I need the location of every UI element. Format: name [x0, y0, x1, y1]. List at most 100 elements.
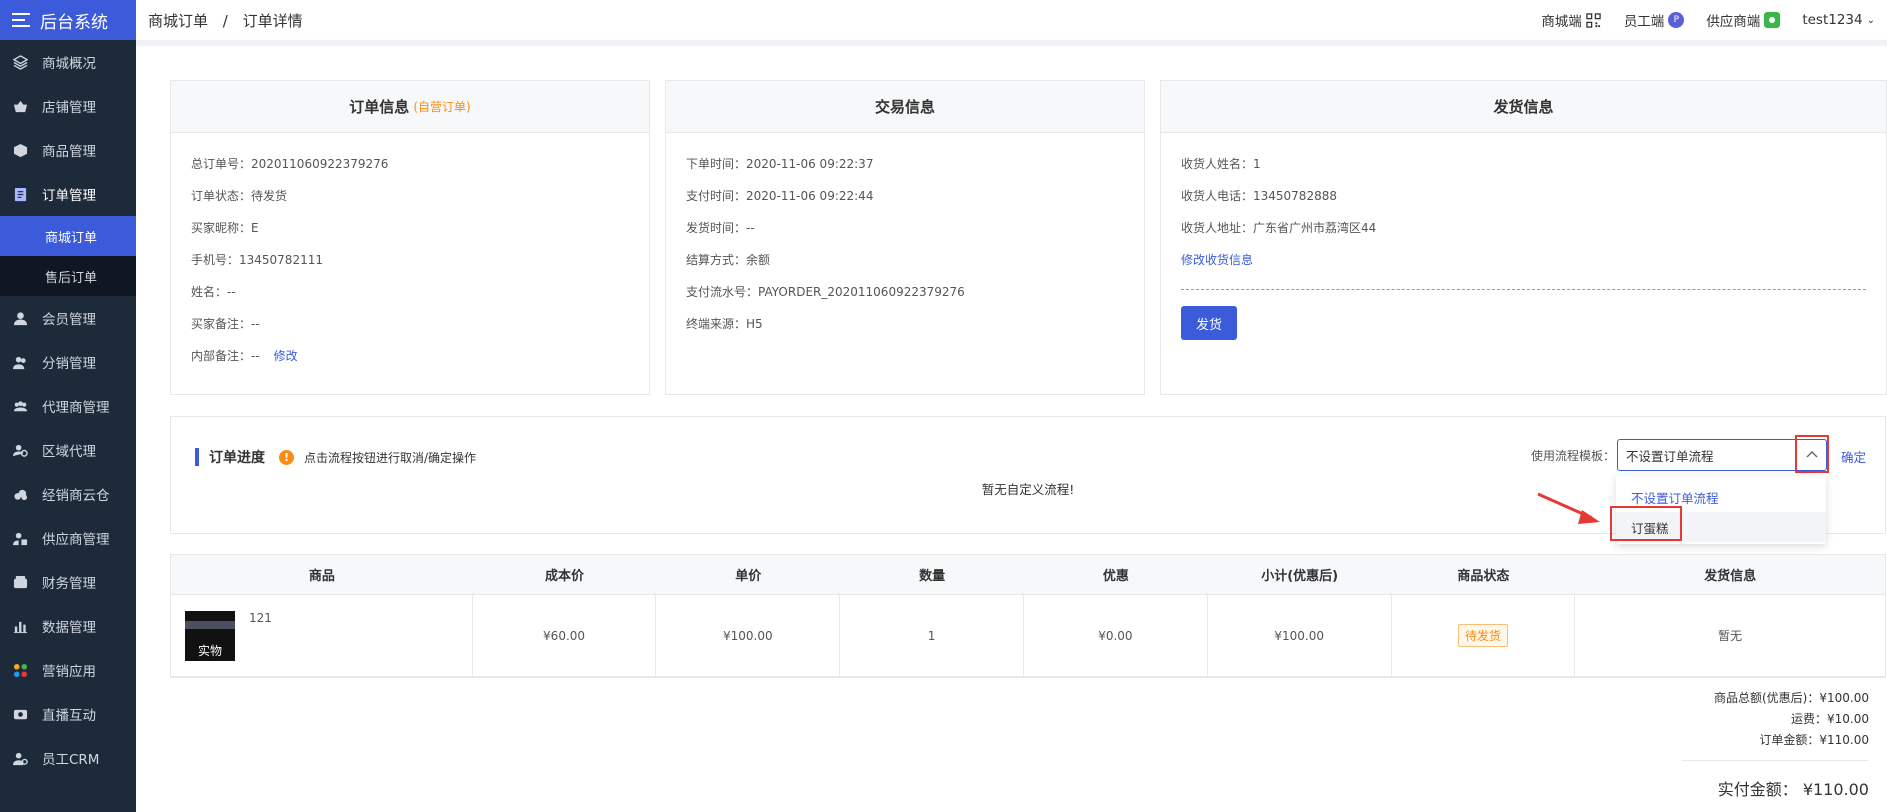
product-thumbnail[interactable]: 实物 — [185, 611, 235, 661]
order-time: 下单时间：2020-11-06 09:22:37 — [686, 156, 874, 171]
sidebar-item-mall-orders[interactable]: 商城订单 — [0, 216, 136, 256]
terminal-source: 终端来源：H5 — [686, 316, 763, 331]
buyer-phone: 手机号：13450782111 — [191, 252, 323, 267]
sidebar-item-finance[interactable]: 财务管理 — [0, 560, 136, 604]
sidebar-item-label: 员工CRM — [42, 752, 100, 768]
staff-end-link[interactable]: 员工端 P — [1624, 10, 1685, 30]
thumb-label: 实物 — [197, 644, 222, 658]
sidebar-item-aftersale-orders[interactable]: 售后订单 — [0, 256, 136, 296]
shop-basket-icon — [12, 98, 28, 114]
supplier-end-label: 供应商端 — [1706, 14, 1761, 30]
sidebar-item-crm[interactable]: 员工CRM — [0, 736, 136, 780]
mall-end-link[interactable]: 商城端 — [1541, 10, 1602, 30]
sidebar-item-goods[interactable]: 商品管理 — [0, 128, 136, 172]
confirm-link[interactable]: 确定 — [1841, 447, 1866, 466]
internal-remark: 内部备注：-- — [191, 348, 260, 363]
sidebar-item-cloud-warehouse[interactable]: 经销商云仓 — [0, 472, 136, 516]
sidebar-item-label: 区域代理 — [42, 444, 96, 460]
username: test1234 — [1802, 12, 1863, 28]
chevron-down-icon: ⌄ — [1866, 14, 1875, 26]
user-icon — [12, 310, 28, 326]
pay-time: 支付时间：2020-11-06 09:22:44 — [686, 188, 874, 203]
order-number: 总订单号：202011060922379276 — [191, 156, 389, 171]
settlement-method: 结算方式：余额 — [686, 252, 771, 267]
sidebar-item-distribution[interactable]: 分销管理 — [0, 340, 136, 384]
option-highlight-box — [1610, 506, 1682, 541]
products-table: 商品 成本价 单价 数量 优惠 小计(优惠后) 商品状态 发货信息 实物 121… — [170, 554, 1886, 678]
goods-total: 商品总额(优惠后)：¥100.00 — [1714, 691, 1869, 705]
sidebar-item-marketing[interactable]: 营销应用 — [0, 648, 136, 692]
edit-remark-link[interactable]: 修改 — [274, 347, 298, 364]
video-icon — [12, 706, 28, 722]
order-status: 订单状态：待发货 — [191, 188, 288, 203]
breadcrumb-current: 订单详情 — [242, 11, 303, 30]
menu-toggle-icon[interactable] — [12, 13, 30, 27]
sidebar-item-shop[interactable]: 店铺管理 — [0, 84, 136, 128]
main-content: 订单信息 (自营订单) 总订单号：202011060922379276 订单状态… — [136, 46, 1887, 812]
sidebar-item-label: 会员管理 — [42, 312, 96, 328]
ship-button[interactable]: 发货 — [1181, 306, 1237, 340]
col-ship: 发货信息 — [1704, 569, 1757, 584]
apps-icon — [12, 662, 28, 678]
staff-app-icon[interactable]: P — [1668, 12, 1685, 28]
col-cost: 成本价 — [545, 569, 585, 584]
orders-submenu: 商城订单 售后订单 — [0, 216, 136, 296]
sidebar-item-overview[interactable]: 商城概况 — [0, 40, 136, 84]
user-menu[interactable]: test1234 ⌄ — [1802, 12, 1875, 28]
sidebar-item-regional-agent[interactable]: 区域代理 — [0, 428, 136, 472]
sidebar-item-data[interactable]: 数据管理 — [0, 604, 136, 648]
sidebar-item-members[interactable]: 会员管理 — [0, 296, 136, 340]
sidebar-item-label: 店铺管理 — [42, 100, 96, 116]
layers-icon — [12, 54, 28, 70]
supplier-icon — [12, 530, 28, 546]
cell-price: ¥100.00 — [656, 595, 841, 676]
payment-serial: 支付流水号：PAYORDER_202011060922379276 — [686, 284, 965, 299]
order-doc-icon — [12, 186, 28, 202]
table-header: 商品 成本价 单价 数量 优惠 小计(优惠后) 商品状态 发货信息 — [171, 555, 1885, 595]
col-qty: 数量 — [919, 569, 946, 584]
freight: 运费：¥10.00 — [1791, 712, 1869, 726]
sidebar-item-label: 商城概况 — [42, 56, 96, 72]
select-toggle[interactable] — [1795, 435, 1829, 473]
cell-status: 待发货 — [1392, 595, 1576, 676]
cell-discount: ¥0.00 — [1024, 595, 1208, 676]
wallet-icon — [12, 574, 28, 590]
sidebar-item-suppliers[interactable]: 供应商管理 — [0, 516, 136, 560]
title-accent-bar — [195, 448, 199, 466]
trade-info-card: 交易信息 下单时间：2020-11-06 09:22:37 支付时间：2020-… — [665, 80, 1145, 395]
group-icon — [12, 398, 28, 414]
users-icon — [12, 354, 28, 370]
sidebar: 后台系统 商城概况 店铺管理 商品管理 订单管理 商城订单 售后订单 会员管理 — [0, 0, 136, 812]
trade-info-title: 交易信息 — [666, 81, 1144, 133]
sidebar-item-label: 经销商云仓 — [42, 488, 110, 504]
qrcode-icon[interactable] — [1586, 12, 1602, 28]
sidebar-item-agents[interactable]: 代理商管理 — [0, 384, 136, 428]
wechat-icon[interactable] — [1764, 12, 1781, 28]
sidebar-item-live[interactable]: 直播互动 — [0, 692, 136, 736]
col-subtotal: 小计(优惠后) — [1261, 569, 1339, 584]
sidebar-item-orders[interactable]: 订单管理 — [0, 172, 136, 216]
brand-title: 后台系统 — [40, 12, 108, 33]
sidebar-item-label: 直播互动 — [42, 708, 96, 724]
breadcrumb-parent[interactable]: 商城订单 — [148, 12, 208, 30]
self-operated-tag: (自营订单) — [413, 100, 471, 114]
receiver-address: 收货人地址：广东省广州市荔湾区44 — [1181, 220, 1377, 235]
cell-qty: 1 — [840, 595, 1024, 676]
header-actions: 商城端 员工端 P 供应商端 test1234 ⌄ — [1519, 10, 1875, 30]
chevron-up-icon — [1806, 451, 1818, 458]
order-summary: 商品总额(优惠后)：¥100.00 运费：¥10.00 订单金额：¥110.00 — [1714, 688, 1869, 751]
cell-cost: ¥60.00 — [473, 595, 657, 676]
edit-address-link[interactable]: 修改收货信息 — [1181, 251, 1253, 268]
order-info-title: 订单信息 (自营订单) — [171, 81, 649, 133]
supplier-end-link[interactable]: 供应商端 — [1706, 10, 1781, 30]
brand[interactable]: 后台系统 — [0, 0, 136, 40]
buyer-nickname: 买家昵称：E — [191, 220, 259, 235]
sidebar-item-label: 供应商管理 — [42, 532, 110, 548]
table-row: 实物 121 ¥60.00 ¥100.00 1 ¥0.00 ¥100.00 待发… — [171, 595, 1885, 677]
internal-remark-row: 内部备注：-- 修改 — [191, 339, 629, 371]
progress-title: 订单进度 — [209, 450, 265, 466]
buyer-name: 姓名：-- — [191, 284, 236, 299]
sidebar-item-label: 商品管理 — [42, 144, 96, 160]
sidebar-item-label: 财务管理 — [42, 576, 96, 592]
receiver-phone: 收货人电话：13450782888 — [1181, 188, 1337, 203]
